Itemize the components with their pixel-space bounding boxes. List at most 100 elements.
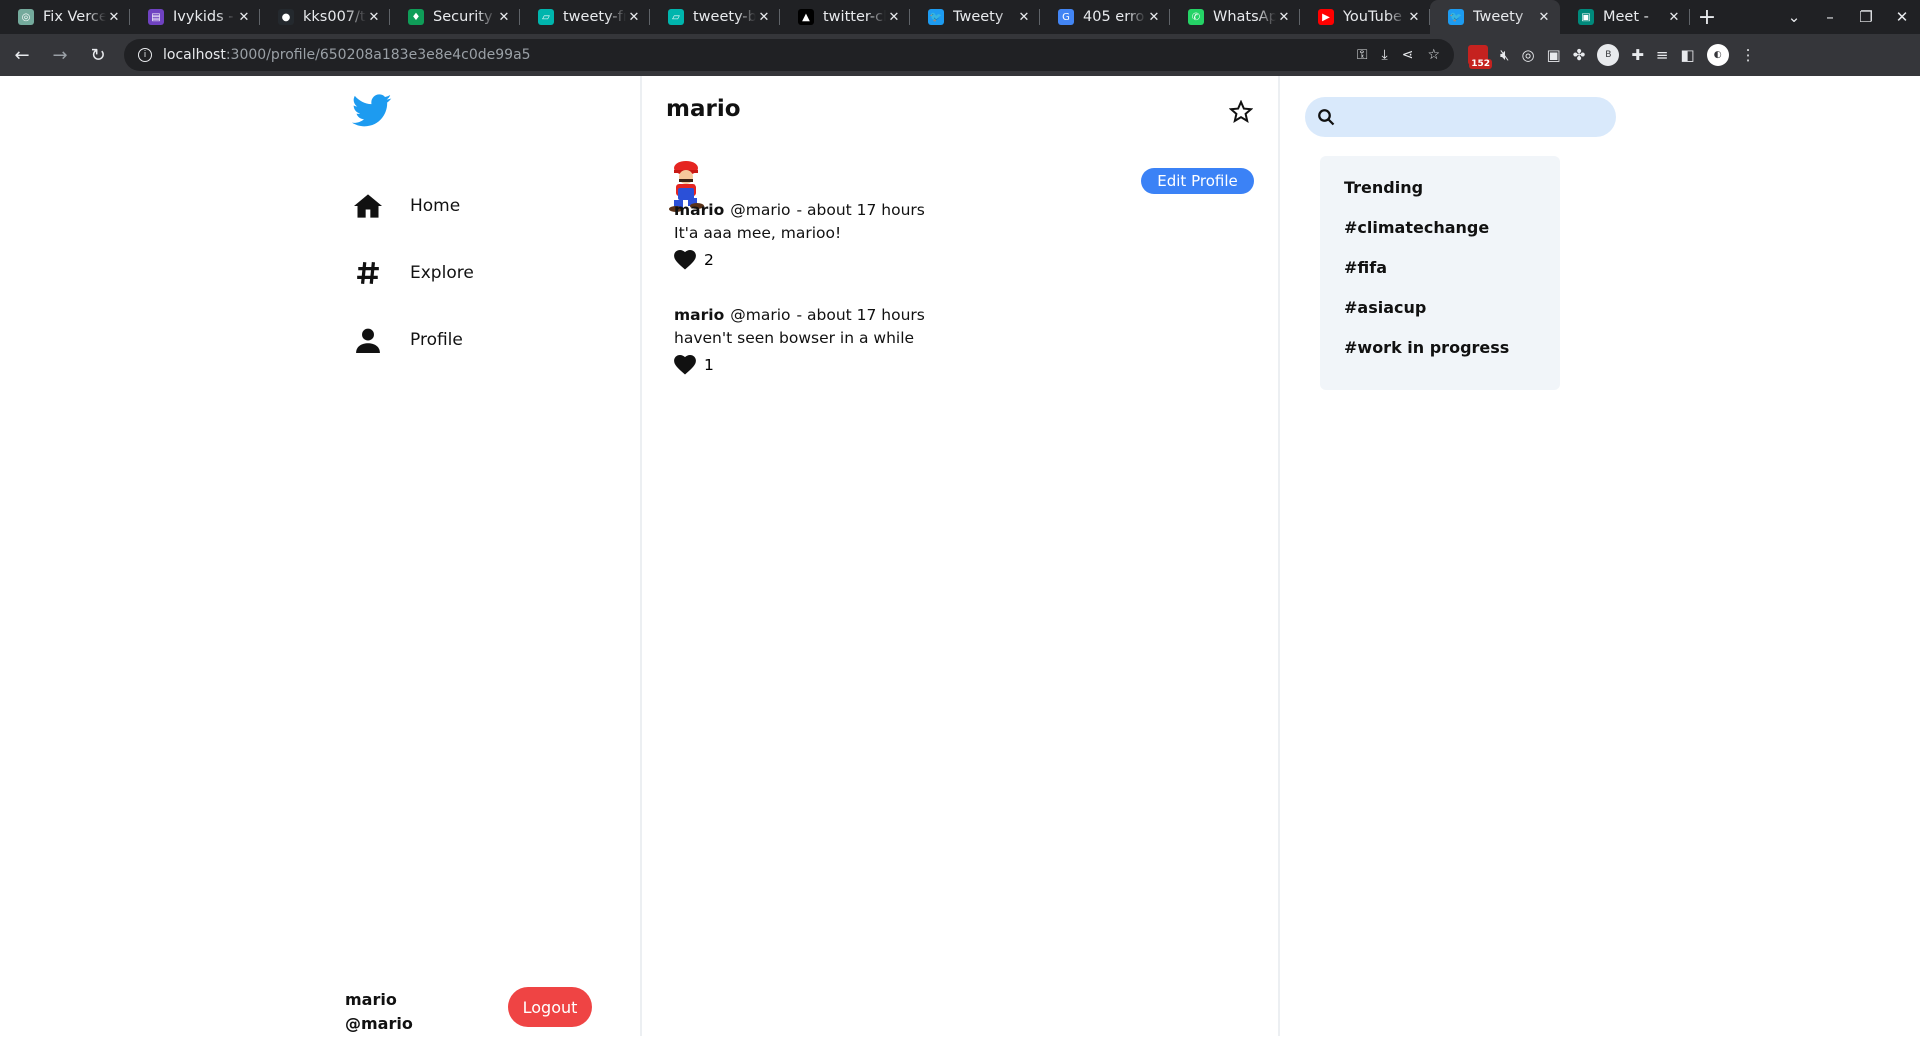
person-icon	[353, 325, 383, 355]
address-bar[interactable]: i localhost:3000/profile/650208a183e3e8e…	[124, 39, 1454, 71]
browser-tab[interactable]: 🐦 Tweety ✕	[1430, 0, 1560, 34]
tab-close-icon[interactable]: ✕	[1016, 10, 1032, 25]
tab-favicon-icon: ●	[278, 9, 294, 25]
tab-close-icon[interactable]: ✕	[1146, 10, 1162, 25]
forward-button[interactable]: →	[44, 39, 76, 71]
tab-close-icon[interactable]: ✕	[1536, 10, 1552, 25]
app-page: Home Explore Profile mario @mario Logout…	[0, 76, 1920, 1053]
menu-icon[interactable]: ⋮	[1741, 46, 1756, 64]
tab-close-icon[interactable]: ✕	[496, 10, 512, 25]
search-icon	[1318, 109, 1335, 126]
browser-tab[interactable]: ● kks007/tw✕	[260, 0, 390, 34]
tab-favicon-icon: ✆	[1188, 9, 1204, 25]
extension-badge-icon[interactable]: 152	[1468, 45, 1492, 69]
tab-close-icon[interactable]: ✕	[1406, 10, 1422, 25]
tab-title: tweety-fr	[563, 9, 626, 25]
browser-tab[interactable]: ▱ tweety-ba✕	[650, 0, 780, 34]
twitter-logo-icon[interactable]	[352, 94, 392, 128]
bookmark-star-icon[interactable]: ☆	[1427, 47, 1440, 63]
tweet-like-count: 2	[704, 251, 714, 269]
cast-icon[interactable]: ▣	[1547, 46, 1561, 64]
browser-tab[interactable]: ✆ WhatsApp✕	[1170, 0, 1300, 34]
reading-list-icon[interactable]: ≡	[1656, 46, 1669, 64]
tweet-text: It'a aaa mee, marioo!	[674, 224, 842, 242]
trending-tag[interactable]: #work in progress	[1344, 338, 1560, 378]
browser-tab[interactable]: ▤ Ivykids - F✕	[130, 0, 260, 34]
key-icon[interactable]: ⚿	[1357, 47, 1368, 63]
tweet-header: mario @mario - about 17 hours	[674, 201, 1234, 219]
browser-toolbar: ← → ↻ i localhost:3000/profile/650208a18…	[0, 34, 1920, 76]
edit-profile-button[interactable]: Edit Profile	[1141, 168, 1254, 194]
tab-close-icon[interactable]: ✕	[626, 10, 642, 25]
install-icon[interactable]: ⤓	[1382, 47, 1388, 63]
tab-title: WhatsApp	[1213, 9, 1276, 25]
trending-tag[interactable]: #fifa	[1344, 258, 1560, 298]
minimize-button[interactable]: –	[1812, 8, 1848, 26]
tweet-timestamp: - about 17 hours	[796, 201, 925, 219]
back-button[interactable]: ←	[6, 39, 38, 71]
search-input[interactable]	[1343, 102, 1616, 132]
tab-title: Security |	[433, 9, 496, 25]
left-sidebar: Home Explore Profile mario @mario Logout	[345, 76, 641, 1053]
new-tab-button[interactable]: +	[1690, 0, 1724, 34]
tweet: mario @mario - about 17 hours haven't seen …	[674, 306, 1234, 375]
tweet-like-row: 2	[674, 250, 1234, 270]
mute-icon[interactable]: 🔇︎	[1500, 46, 1509, 64]
tab-close-icon[interactable]: ✕	[366, 10, 382, 25]
tab-close-icon[interactable]: ✕	[886, 10, 902, 25]
puzzle-icon[interactable]: ✚	[1631, 46, 1644, 64]
browser-tab[interactable]: G 405 error ✕	[1040, 0, 1170, 34]
tab-close-icon[interactable]: ✕	[1666, 10, 1682, 25]
sparkle-star-icon[interactable]	[1229, 100, 1253, 124]
home-icon	[353, 191, 383, 221]
tweet-author-handle: @mario	[730, 306, 791, 324]
tweet-author-name[interactable]: mario	[674, 201, 724, 219]
browser-tab[interactable]: ▲ twitter-cl ✕	[780, 0, 910, 34]
heart-icon[interactable]	[674, 250, 696, 270]
reload-button[interactable]: ↻	[82, 39, 114, 71]
color-picker-icon[interactable]: ✤	[1573, 46, 1586, 64]
nav-item-profile[interactable]: Profile	[353, 320, 463, 360]
tab-close-icon[interactable]: ✕	[106, 10, 122, 25]
extensions-area: 152 🔇︎ ◎ ▣ ✤ B ✚ ≡ ◧ ◐ ⋮	[1468, 44, 1756, 69]
tab-close-icon[interactable]: ✕	[756, 10, 772, 25]
tab-title: YouTube	[1343, 9, 1402, 25]
url-host: localhost	[163, 47, 226, 63]
browser-tab[interactable]: 🐦 Tweety ✕	[910, 0, 1040, 34]
tab-title: tweety-ba	[693, 9, 756, 25]
tab-close-icon[interactable]: ✕	[236, 10, 252, 25]
tab-title: Tweety	[953, 9, 1004, 25]
restore-button[interactable]: ❐	[1848, 8, 1884, 26]
close-window-button[interactable]: ✕	[1884, 8, 1920, 26]
url-path: :3000/profile/650208a183e3e8e4c0de99a5	[225, 47, 531, 63]
browser-tab[interactable]: ▶ YouTube ✕	[1300, 0, 1430, 34]
hashtag-icon	[353, 258, 383, 288]
browser-tab[interactable]: ◎ Fix Vercel ✕	[0, 0, 130, 34]
nav-label-profile: Profile	[410, 330, 463, 350]
current-user-handle: @mario	[345, 1014, 413, 1033]
logout-button[interactable]: Logout	[508, 987, 592, 1027]
tweet-author-name[interactable]: mario	[674, 306, 724, 324]
nav-item-explore[interactable]: Explore	[353, 253, 474, 293]
profile-extension-icon[interactable]: B	[1597, 44, 1620, 66]
account-avatar-icon[interactable]: ◐	[1706, 44, 1729, 66]
share-icon[interactable]: ⋖	[1402, 47, 1414, 63]
trending-tag[interactable]: #asiacup	[1344, 298, 1560, 338]
trending-tag[interactable]: #climatechange	[1344, 218, 1560, 258]
browser-tab[interactable]: ♦ Security | ✕	[390, 0, 520, 34]
browser-tab[interactable]: ▱ tweety-fr ✕	[520, 0, 650, 34]
heart-icon[interactable]	[674, 355, 696, 375]
glasses-icon[interactable]: ◎	[1521, 46, 1534, 64]
side-panel-icon[interactable]: ◧	[1680, 46, 1694, 64]
nav-item-home[interactable]: Home	[353, 186, 460, 226]
tweet-text: haven't seen bowser in a while	[674, 329, 915, 347]
tab-favicon-icon: G	[1058, 9, 1074, 25]
tab-close-icon[interactable]: ✕	[1276, 10, 1292, 25]
search-box[interactable]	[1305, 97, 1616, 137]
current-user: mario @mario	[345, 988, 413, 1036]
tweet-author-handle: @mario	[730, 201, 791, 219]
tab-favicon-icon: ▱	[538, 9, 554, 25]
tab-search-icon[interactable]: ⌄	[1776, 8, 1812, 26]
browser-tab[interactable]: ▣ Meet - ✕	[1560, 0, 1690, 34]
site-info-icon[interactable]: i	[138, 48, 152, 62]
